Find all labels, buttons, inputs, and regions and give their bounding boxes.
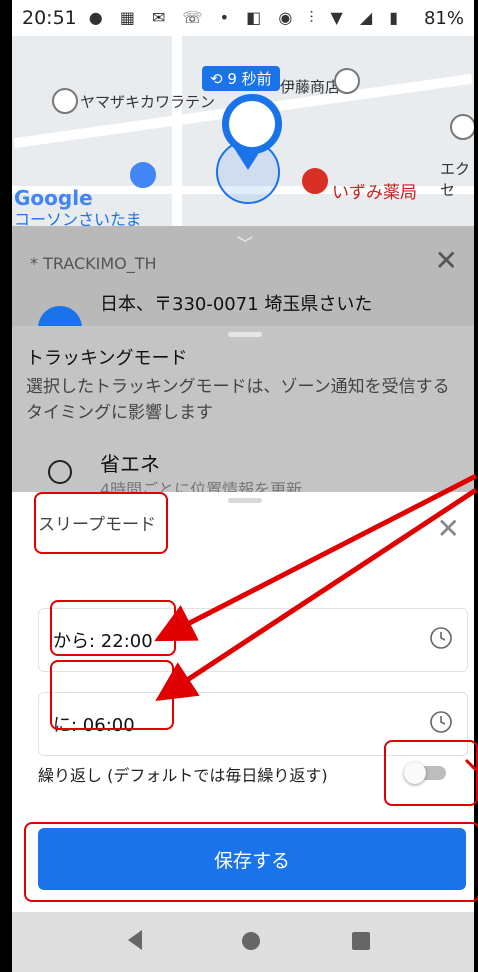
annotation-box <box>34 492 168 554</box>
annotation-box <box>50 600 176 656</box>
back-icon[interactable] <box>128 930 142 950</box>
tracker-marker-tail <box>234 148 262 170</box>
clock-icon[interactable] <box>429 710 453 734</box>
close-icon[interactable]: ✕ <box>435 244 458 277</box>
last-update-badge: ⟲ 9 秒前 <box>202 66 280 91</box>
status-icons: ● ▦ ✉ ☏ • ◧ ◉ ⫶ ▼ ◢ ▮ <box>88 8 405 27</box>
tracking-mode-sheet: トラッキングモード 選択したトラッキングモードは、ゾーン通知を受信するタイミング… <box>12 326 474 499</box>
poi-pin-icon <box>334 68 360 94</box>
status-time: 20:51 <box>22 7 77 29</box>
close-icon[interactable]: ✕ <box>437 512 460 545</box>
drag-handle[interactable] <box>228 332 262 337</box>
poi-label: エクセ <box>440 160 471 199</box>
tracking-mode-description: 選択したトラッキングモードは、ゾーン通知を受信するタイミングに影響します <box>26 377 450 423</box>
status-bar: 20:51 ● ▦ ✉ ☏ • ◧ ◉ ⫶ ▼ ◢ ▮ 81% <box>12 0 474 36</box>
battery-level: 81% <box>423 7 464 29</box>
tracking-mode-title: トラッキングモード <box>26 348 188 369</box>
shop-pin-icon <box>130 162 156 188</box>
poi-pin-icon <box>450 114 474 140</box>
annotation-box <box>50 660 174 730</box>
power-save-option-label[interactable]: 省エネ <box>100 448 160 477</box>
device-name: * TRACKIMO_TH <box>30 254 157 273</box>
map-view[interactable]: ⟲ 9 秒前 ヤマザキカワラテン 伊藤商店 エクセ いずみ薬局 Google コ… <box>12 36 474 226</box>
poi-pin-icon <box>52 88 78 114</box>
tracker-marker-icon[interactable] <box>222 94 282 154</box>
home-icon[interactable] <box>242 932 260 950</box>
chevron-down-icon[interactable] <box>228 236 262 242</box>
power-save-radio[interactable] <box>48 460 72 484</box>
pharmacy-pin-icon <box>302 168 328 194</box>
annotation-box <box>384 740 478 806</box>
poi-label: いずみ薬局 <box>332 183 417 203</box>
device-address: 日本、〒330-0071 埼玉県さいた <box>100 294 373 315</box>
poi-label: 伊藤商店 <box>280 78 341 96</box>
android-nav-bar <box>12 912 474 972</box>
annotation-box <box>24 822 478 902</box>
poi-label: ヤマザキカワラテン <box>80 93 216 111</box>
recents-icon[interactable] <box>352 932 370 950</box>
clock-icon[interactable] <box>429 626 453 650</box>
drag-handle[interactable] <box>228 498 262 503</box>
map-road <box>172 36 182 226</box>
poi-label: コーソンさいたま <box>14 210 142 226</box>
repeat-label: 繰り返し (デフォルトでは毎日繰り返す) <box>38 766 328 785</box>
